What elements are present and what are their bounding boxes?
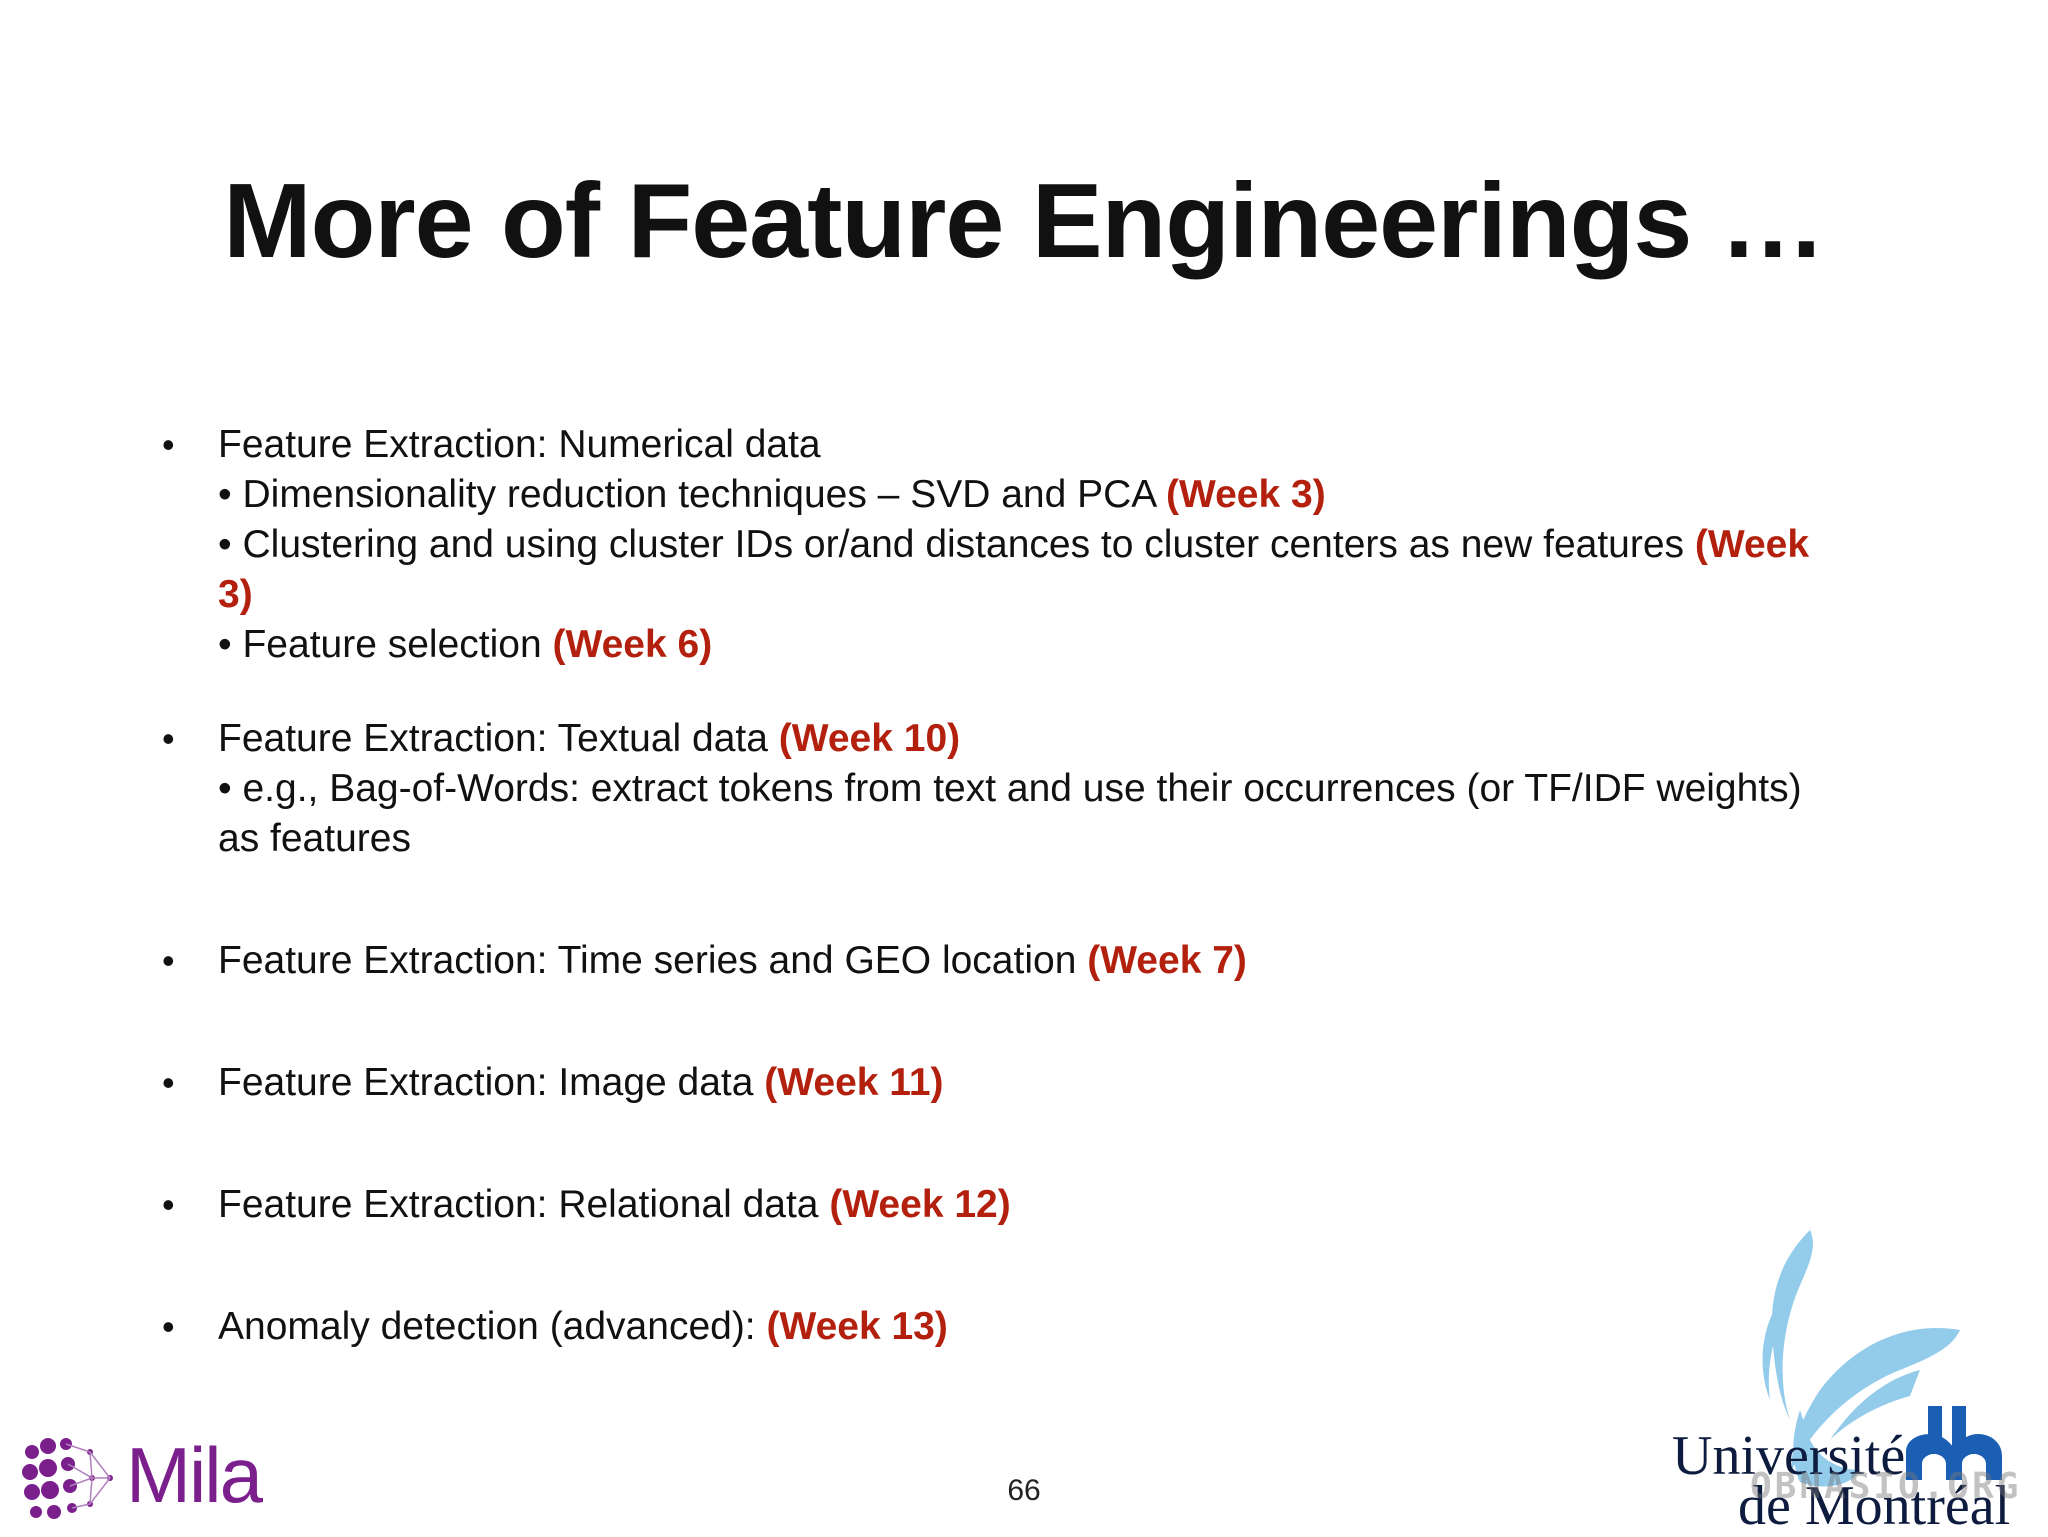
bullet-dot: •	[162, 1184, 175, 1225]
bullet-main-text: Feature Extraction: Textual data (Week 1…	[218, 717, 961, 760]
slide-title: More of Feature Engineerings …	[223, 162, 1825, 280]
sub-bullet-feature-selection: • Feature selection (Week 6)	[218, 623, 713, 666]
bullet-dot: •	[162, 1062, 175, 1103]
bullet-numerical-data: • Feature Extraction: Numerical data • D…	[150, 420, 1830, 670]
week-label: (Week 3)	[1166, 473, 1326, 516]
bullet-dot: •	[162, 424, 175, 465]
bullet-list: • Feature Extraction: Numerical data • D…	[150, 420, 1830, 1406]
bullet-time-series: • Feature Extraction: Time series and GE…	[150, 936, 1830, 986]
week-label: (Week 7)	[1087, 939, 1247, 982]
bullet-dot: •	[162, 1306, 175, 1347]
sub-bullet-bag-of-words: • e.g., Bag-of-Words: extract tokens fro…	[218, 767, 1802, 860]
bullet-anomaly-detection: • Anomaly detection (advanced): (Week 13…	[150, 1302, 1830, 1352]
bullet-textual-data: • Feature Extraction: Textual data (Week…	[150, 714, 1830, 864]
week-label: (Week 10)	[778, 717, 961, 760]
bullet-image-data: • Feature Extraction: Image data (Week 1…	[150, 1058, 1830, 1108]
sub-bullet-dimensionality: • Dimensionality reduction techniques – …	[218, 473, 1326, 516]
bullet-relational-data: • Feature Extraction: Relational data (W…	[150, 1180, 1830, 1230]
week-label: (Week 13)	[766, 1305, 948, 1348]
week-label: (Week 11)	[764, 1061, 944, 1104]
bullet-dot: •	[162, 940, 175, 981]
bullet-main-text: Feature Extraction: Time series and GEO …	[218, 939, 1088, 982]
sub-bullet-clustering: • Clustering and using cluster IDs or/an…	[218, 523, 1810, 616]
week-label: (Week 6)	[552, 623, 713, 666]
bullet-main-text: Feature Extraction: Relational data	[218, 1183, 830, 1226]
page-number: 66	[1007, 1474, 1041, 1507]
bullet-main-text: Anomaly detection (advanced):	[218, 1305, 767, 1348]
bullet-main-text: Feature Extraction: Numerical data	[218, 423, 821, 466]
week-label: (Week 12)	[829, 1183, 1011, 1226]
bullet-main-text: Feature Extraction: Image data	[218, 1061, 765, 1104]
bullet-dot: •	[162, 718, 175, 759]
